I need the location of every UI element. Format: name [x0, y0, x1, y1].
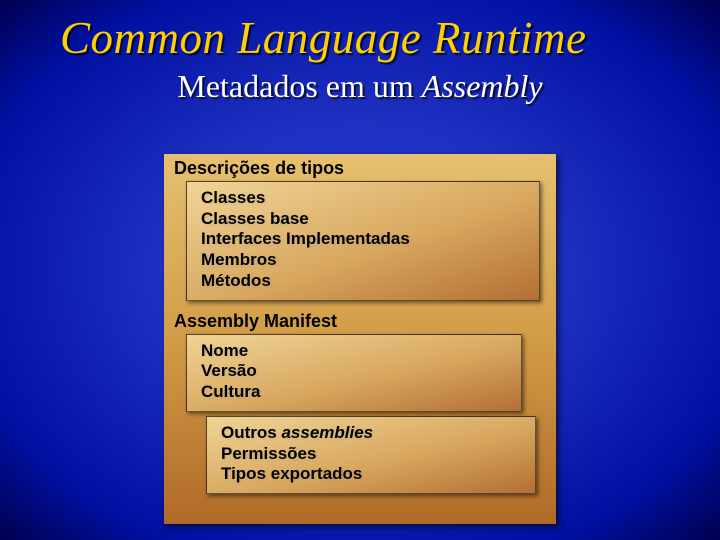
- metadata-diagram: Descrições de tipos Classes Classes base…: [164, 154, 556, 524]
- subtitle-emph: Assembly: [422, 68, 543, 104]
- item: Classes base: [201, 209, 527, 230]
- item: Membros: [201, 250, 527, 271]
- item: Tipos exportados: [221, 464, 523, 485]
- item: Versão: [201, 361, 509, 382]
- box-manifest-a: Nome Versão Cultura: [186, 334, 522, 412]
- item-emph: assemblies: [281, 423, 373, 442]
- item: Classes: [201, 188, 527, 209]
- item: Cultura: [201, 382, 509, 403]
- section-label-tipos: Descrições de tipos: [164, 154, 556, 181]
- item: Outros assemblies: [221, 423, 523, 444]
- box-manifest-b: Outros assemblies Permissões Tipos expor…: [206, 416, 536, 494]
- section-label-manifest: Assembly Manifest: [164, 307, 556, 334]
- slide-title: Common Language Runtime: [60, 12, 586, 64]
- subtitle-text: Metadados em um: [177, 68, 421, 104]
- box-tipos: Classes Classes base Interfaces Implemen…: [186, 181, 540, 301]
- item: Métodos: [201, 271, 527, 292]
- item-plain: Outros: [221, 423, 281, 442]
- item: Nome: [201, 341, 509, 362]
- item: Interfaces Implementadas: [201, 229, 527, 250]
- item: Permissões: [221, 444, 523, 465]
- slide-subtitle: Metadados em um Assembly: [60, 68, 660, 105]
